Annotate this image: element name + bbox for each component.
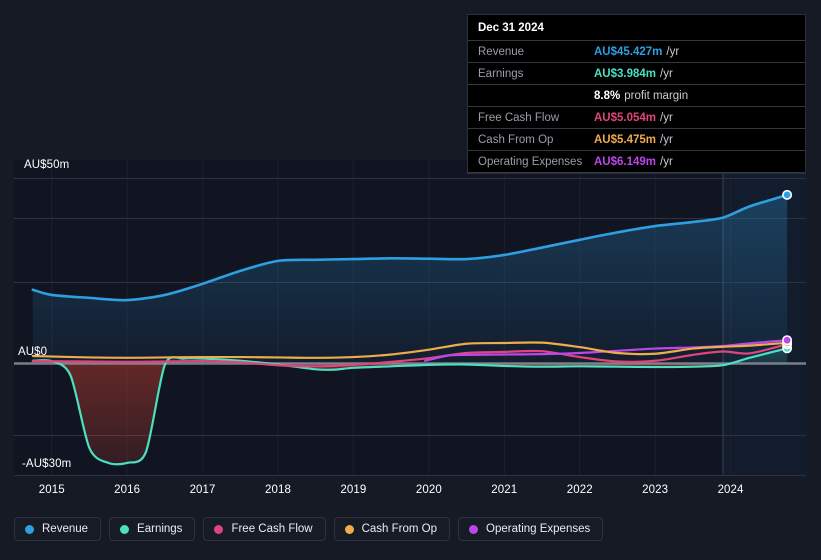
tooltip-row-unit: /yr [660,111,673,124]
x-axis-tick-label: 2020 [415,484,442,496]
y-axis-tick-label: AU$0 [18,346,48,358]
chart-legend[interactable]: Revenue Earnings Free Cash Flow Cash From O… [14,517,604,541]
x-axis-tick-label: 2018 [265,484,291,496]
x-axis-tick-label: 2022 [566,484,593,496]
tooltip-row-label: Operating Expenses [478,155,583,168]
legend-item-label: Revenue [42,523,89,535]
endpoint-marker-revenue[interactable] [782,189,793,200]
legend-item-label: Operating Expenses [486,523,591,535]
tooltip-row: 8.8% profit margin [468,84,805,106]
tooltip-row-value: 8.8% [594,89,621,102]
legend-item-cash-from-op[interactable]: Cash From Op [333,517,451,541]
legend-color-dot-icon [344,524,354,534]
legend-color-dot-icon [214,524,224,534]
tooltip-date-title: Dec 31 2024 [478,22,544,34]
legend-item-label: Cash From Op [361,523,438,535]
x-axis-tick-label: 2023 [642,484,669,496]
legend-item-free-cash-flow[interactable]: Free Cash Flow [203,517,326,541]
tooltip-rows: Revenue AU$45.427m/yr Earnings AU$3.984m/yr… [468,40,805,172]
tooltip-row-label: Earnings [478,67,524,80]
tooltip-row-label: Revenue [478,45,525,58]
x-axis-tick-label: 2019 [340,484,367,496]
y-axis-tick-label: -AU$30m [22,458,72,470]
legend-color-dot-icon [120,524,130,534]
legend-item-label: Earnings [137,523,183,535]
x-axis-tick-label: 2021 [491,484,518,496]
tooltip-row-unit: /yr [660,133,673,146]
tooltip-row: Operating Expenses AU$6.149m/yr [468,150,805,172]
data-tooltip: Dec 31 2024 Revenue AU$45.427m/yr Earnings… [467,14,806,174]
tooltip-row-unit: /yr [660,67,673,80]
legend-item-operating-expenses[interactable]: Operating Expenses [458,517,604,541]
y-axis-tick-label: AU$50m [24,159,70,171]
legend-item-earnings[interactable]: Earnings [109,517,196,541]
tooltip-row-value: AU$45.427m [594,45,663,58]
tooltip-row-unit: /yr [660,155,673,168]
tooltip-row-subtext: profit margin [624,89,689,102]
x-axis-tick-label: 2016 [114,484,141,496]
tooltip-bottom-rule [468,172,805,173]
tooltip-row: Free Cash Flow AU$5.054m/yr [468,106,805,128]
legend-item-revenue[interactable]: Revenue [14,517,102,541]
tooltip-row-label: Cash From Op [478,133,554,146]
legend-color-dot-icon [469,524,479,534]
financial-chart-widget: AU$50m AU$0 -AU$30m 2015 2016 2017 2018 2019 202… [0,0,821,560]
tooltip-row-value: AU$3.984m [594,67,657,80]
x-axis-tick-label: 2015 [38,484,65,496]
endpoint-marker-operating-expenses[interactable] [782,335,793,346]
tooltip-row-value: AU$5.054m [594,111,657,124]
tooltip-row: Cash From Op AU$5.475m/yr [468,128,805,150]
legend-color-dot-icon [25,524,34,534]
legend-item-label: Free Cash Flow [231,523,313,535]
x-axis-tick-label: 2024 [717,484,744,496]
tooltip-row-label: Free Cash Flow [478,111,560,124]
tooltip-row: Earnings AU$3.984m/yr [468,62,805,84]
x-axis-tick-label: 2017 [189,484,216,496]
tooltip-row: Revenue AU$45.427m/yr [468,40,805,62]
tooltip-row-value: AU$6.149m [594,155,657,168]
tooltip-row-value: AU$5.475m [594,133,657,146]
tooltip-row-unit: /yr [666,45,680,58]
